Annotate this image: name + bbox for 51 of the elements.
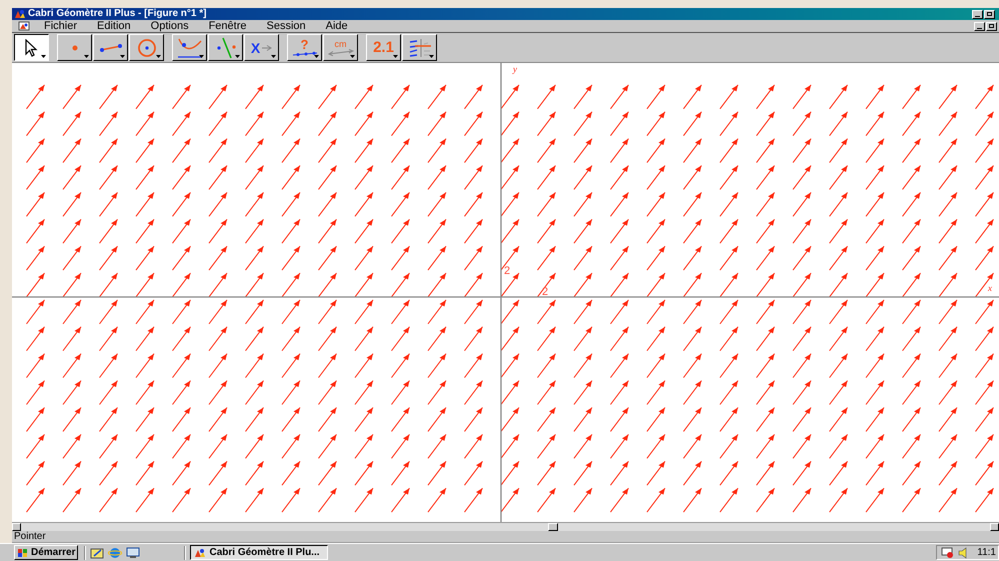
- taskbar-window-button[interactable]: Cabri Géomètre II Plu...: [190, 545, 328, 560]
- menu-item[interactable]: Options: [144, 20, 195, 32]
- tool-button[interactable]: [14, 34, 49, 61]
- app-icon: [194, 548, 206, 558]
- horizontal-scrollbar[interactable]: [12, 522, 999, 531]
- dropdown-icon: [429, 55, 434, 58]
- speaker-icon[interactable]: [958, 546, 968, 558]
- minimize-button[interactable]: [972, 10, 983, 18]
- arrow-pointer-icon: [24, 38, 40, 56]
- dropdown-icon: [350, 55, 355, 58]
- drawing-canvas[interactable]: x y 2 2: [12, 62, 999, 522]
- channels-icon[interactable]: [126, 546, 140, 558]
- status-text: Pointer: [14, 532, 46, 542]
- menu-item[interactable]: Edition: [91, 20, 137, 32]
- circle-icon: [136, 38, 156, 58]
- dropdown-icon: [199, 55, 204, 58]
- dropdown-icon: [314, 55, 319, 58]
- dropdown-icon: [235, 55, 240, 58]
- curve-icon: [176, 36, 202, 58]
- scroll-thumb[interactable]: [548, 523, 558, 531]
- clock: 11:1: [977, 548, 996, 558]
- monitor-icon[interactable]: [941, 546, 956, 558]
- dropdown-icon: [84, 55, 89, 58]
- dropdown-icon: [271, 55, 276, 58]
- axis-label: x: [988, 283, 992, 293]
- point-icon: [72, 44, 78, 50]
- axis-label: y: [513, 64, 517, 74]
- menu-item[interactable]: Fichier: [38, 20, 84, 32]
- dropdown-icon: [41, 55, 46, 58]
- perpendicular-line-icon: [214, 36, 236, 58]
- numeric-edit-icon: 2.1: [373, 40, 394, 55]
- menu-item[interactable]: Fenêtre: [202, 20, 252, 32]
- dropdown-icon: [393, 55, 398, 58]
- start-button[interactable]: Démarrer: [14, 545, 78, 560]
- menu-item[interactable]: Aide: [320, 20, 354, 32]
- dropdown-icon: [156, 55, 161, 58]
- app-icon: [14, 9, 26, 19]
- windows-logo-icon: [17, 548, 29, 558]
- minimize-button[interactable]: [974, 22, 985, 30]
- restore-button[interactable]: [986, 22, 997, 30]
- tool-button[interactable]: X: [244, 34, 279, 61]
- scroll-left-button[interactable]: [12, 523, 21, 531]
- menu-item[interactable]: Session: [260, 20, 312, 32]
- tick-label: 2: [542, 286, 548, 298]
- tick-label: 2: [504, 265, 510, 278]
- window-title: Cabri Géomètre II Plus - [Figure n°1 *]: [28, 9, 206, 19]
- segment-icon: [98, 42, 122, 52]
- restore-button[interactable]: [984, 10, 995, 18]
- desktop-icon[interactable]: [90, 546, 104, 558]
- dropdown-icon: [120, 55, 125, 58]
- scroll-right-button[interactable]: [990, 523, 999, 531]
